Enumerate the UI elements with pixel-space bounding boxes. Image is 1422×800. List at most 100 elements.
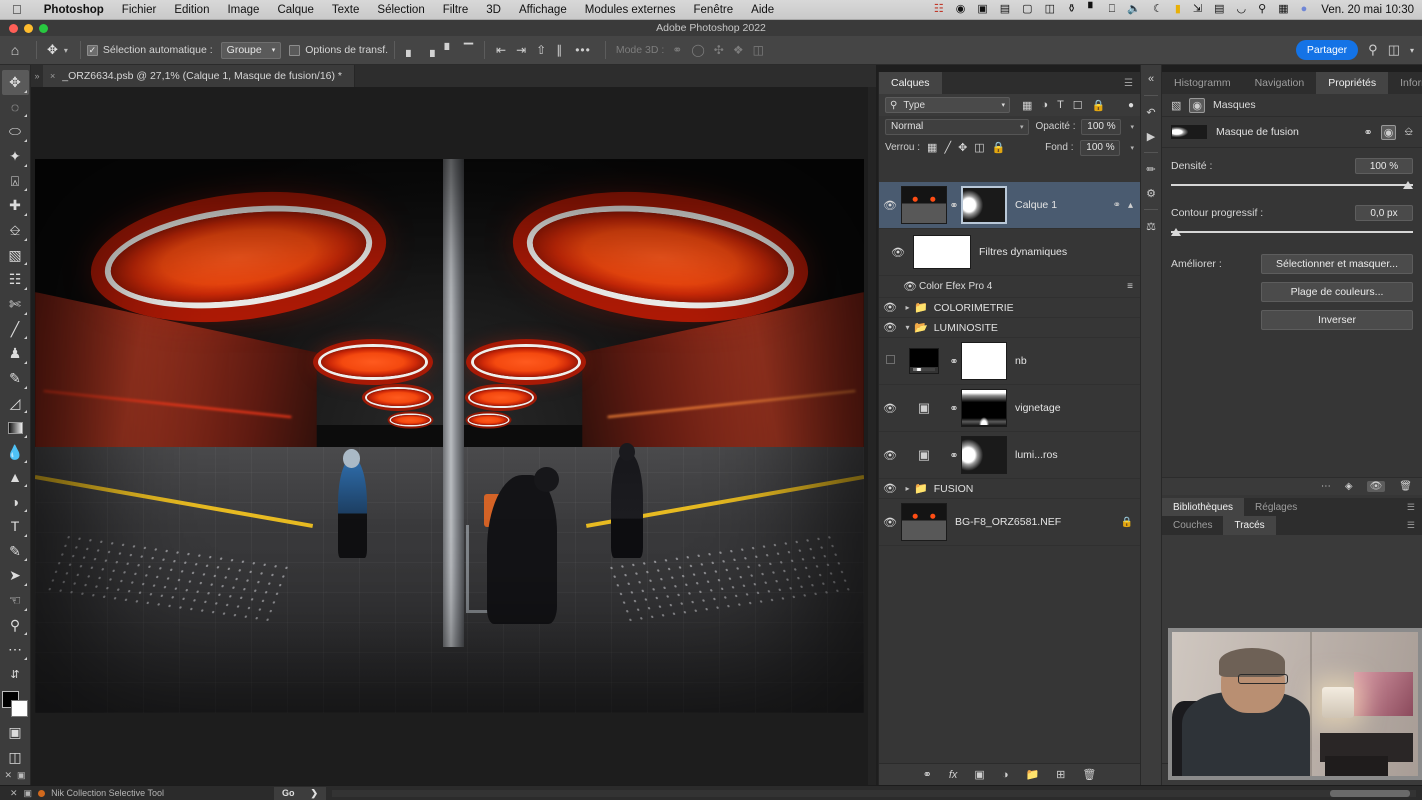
tab-navigation[interactable]: Navigation — [1243, 72, 1317, 94]
layer-mask-thumbnail[interactable] — [961, 389, 1007, 427]
clone-stamp-tool[interactable]: ♟ — [2, 341, 29, 366]
marquee-tool[interactable]: ◌ — [2, 95, 29, 120]
table-row[interactable]: ⚭ nb — [879, 338, 1140, 385]
load-selection-icon[interactable]: ⋯ — [1321, 481, 1331, 492]
layer-thumbnail[interactable] — [901, 503, 947, 541]
fill-input[interactable]: 100 % — [1080, 139, 1121, 156]
pixel-mask-icon[interactable]: ▧ — [1171, 99, 1181, 112]
layer-visibility-toggle[interactable]: 👁 — [879, 449, 901, 462]
auto-select-checkbox[interactable]: ✓ — [86, 44, 98, 56]
document-image[interactable] — [35, 159, 864, 713]
quick-mask-icon[interactable]: ✕ — [10, 788, 18, 799]
monitor-icon[interactable]: ⎕ — [1109, 4, 1116, 15]
link-mask-icon[interactable]: ⚭ — [947, 355, 961, 368]
link-layers-icon[interactable]: ⚭ — [923, 768, 932, 781]
bluetooth-icon[interactable]: ⇲ — [1193, 4, 1202, 15]
table-row[interactable]: 👁 BG-F8_ORZ6581.NEF 🔒 — [879, 499, 1140, 546]
move-tool[interactable]: ✥ — [1, 70, 29, 95]
apply-mask-icon[interactable]: ◉ — [1380, 124, 1397, 140]
table-row[interactable]: 👁 Filtres dynamiques — [879, 229, 1140, 276]
menu-calque[interactable]: Calque — [268, 4, 322, 16]
link-mask-icon[interactable]: ⚭ — [947, 402, 961, 415]
select-and-mask-button[interactable]: Sélectionner et masquer... — [1261, 254, 1413, 274]
background-color-swatch[interactable] — [11, 699, 28, 717]
quick-selection-tool[interactable]: ✦ — [2, 144, 29, 169]
burn-tool[interactable]: ◑ — [2, 489, 29, 514]
tab-informations[interactable]: Informations — [1388, 72, 1422, 94]
quick-mask-icon[interactable]: ▣ — [2, 720, 29, 745]
chevron-down-icon[interactable]: ▾ — [1127, 123, 1134, 131]
brush-settings-icon[interactable]: ✏ — [1141, 158, 1161, 180]
new-layer-icon[interactable]: ⊞ — [1056, 768, 1065, 781]
menu-affichage[interactable]: Affichage — [510, 4, 576, 16]
smart-filter-name[interactable]: Color Efex Pro 4 — [919, 281, 992, 292]
chevron-right-icon[interactable]: ▸ — [901, 484, 914, 493]
group-visibility-toggle[interactable]: 👁 — [879, 482, 901, 495]
pattern-stamp-tool[interactable]: ☷ — [2, 267, 29, 292]
auto-select-scope-dropdown[interactable]: Groupe ▾ — [220, 41, 282, 59]
chevron-down-icon[interactable]: ▾ — [1127, 144, 1134, 152]
columns-icon[interactable]: ▘ — [1088, 4, 1096, 15]
canvas-vertical-scrollbar[interactable] — [868, 87, 876, 785]
menu-selection[interactable]: Sélection — [368, 4, 433, 16]
airplay-icon[interactable]: ▦ — [1278, 4, 1288, 15]
more-options-button[interactable]: ••• — [567, 43, 599, 57]
menu-aide[interactable]: Aide — [742, 4, 783, 16]
menu-fichier[interactable]: Fichier — [113, 4, 166, 16]
dodge-tool[interactable]: ▲ — [2, 465, 29, 490]
feather-input[interactable]: 0,0 px — [1355, 205, 1413, 221]
search-icon[interactable]: ⚲ — [1368, 42, 1378, 58]
table-row[interactable]: 👁 ▣ ⚭ lumi...ros — [879, 432, 1140, 479]
panel-menu-icon[interactable]: ☰ — [1407, 498, 1422, 516]
add-mask-icon[interactable]: ▣ — [974, 768, 984, 781]
apple-menu-icon[interactable]:  — [0, 3, 35, 16]
tab-couches[interactable]: Couches — [1162, 516, 1223, 535]
shape-filter-icon[interactable]: ☐ — [1073, 99, 1083, 112]
menu-modules-externes[interactable]: Modules externes — [576, 4, 685, 16]
toggle-mask-icon[interactable]: 👁 — [1366, 481, 1386, 492]
mask-row[interactable]: Masque de fusion ⚭ ◉ ⎒ — [1162, 117, 1422, 147]
adjustments-icon[interactable]: ⚙ — [1141, 182, 1161, 204]
layer-visibility-toggle[interactable]: 👁 — [879, 402, 901, 415]
align-left-edges-icon[interactable]: ▖ — [401, 43, 420, 57]
spotlight-icon[interactable]: ⚲ — [1258, 4, 1266, 15]
group-visibility-toggle[interactable]: 👁 — [879, 301, 901, 314]
battery-icon[interactable]: ▤ — [1214, 4, 1224, 15]
roll-3d-icon[interactable]: ◯ — [691, 43, 704, 57]
wifi-icon[interactable]: ◡ — [1237, 4, 1247, 15]
layer-mask-thumbnail[interactable] — [961, 186, 1007, 224]
slider-knob[interactable] — [1403, 181, 1413, 189]
curves-adjustment-icon[interactable]: ▣ — [901, 436, 947, 474]
table-row[interactable]: 👁 ▸ 📁 FUSION — [879, 479, 1140, 499]
slider-knob[interactable] — [1171, 228, 1181, 236]
layer-thumbnail[interactable] — [901, 186, 947, 224]
tab-reglages[interactable]: Réglages — [1244, 498, 1308, 516]
menu-photoshop[interactable]: Photoshop — [35, 4, 113, 16]
adjustment-filter-icon[interactable]: ◑ — [1041, 99, 1048, 111]
group-name[interactable]: LUMINOSITE — [934, 322, 998, 334]
hand-tool[interactable]: ☜ — [2, 588, 29, 613]
volume-icon[interactable]: 🔈 — [1127, 4, 1141, 15]
blur-tool[interactable]: 💧 — [2, 440, 29, 465]
layer-name[interactable]: Calque 1 — [1007, 199, 1057, 211]
crop-tool[interactable]: ⍓ — [2, 169, 29, 194]
healing-brush-tool[interactable]: ⎒ — [2, 218, 29, 243]
table-row[interactable]: 👁 ▸ 📁 COLORIMETRIE — [879, 298, 1140, 318]
blend-mode-dropdown[interactable]: Normal ▾ — [885, 118, 1030, 135]
distribute-vertical-centers-icon[interactable]: ⇥ — [511, 43, 531, 57]
tab-traces[interactable]: Tracés — [1223, 516, 1276, 535]
lock-image-icon[interactable]: ╱ — [944, 141, 951, 154]
opacity-input[interactable]: 100 % — [1081, 118, 1122, 135]
distribute-spacing-icon[interactable]: ∥ — [551, 43, 567, 57]
add-adjustment-icon[interactable]: ◑ — [1002, 769, 1009, 781]
filter-blending-options-icon[interactable]: ≡ — [1127, 281, 1140, 292]
close-icon[interactable]: × — [50, 71, 55, 81]
link-mask-icon[interactable]: ⚭ — [947, 449, 961, 462]
layer-list[interactable]: 👁 ⚭ Calque 1 ⚭ ▴ 👁 Filtres dynamiques 👁 — [879, 182, 1140, 763]
select-mask-icon[interactable]: ⚭ — [1364, 126, 1373, 139]
screenshot-icon[interactable]: ▣ — [977, 4, 987, 15]
moon-icon[interactable]: ☾ — [1153, 4, 1163, 15]
layer-visibility-toggle[interactable]: 👁 — [879, 199, 901, 212]
siri-icon[interactable]: ● — [1301, 4, 1308, 15]
lock-transparency-icon[interactable]: ▦ — [927, 141, 937, 154]
